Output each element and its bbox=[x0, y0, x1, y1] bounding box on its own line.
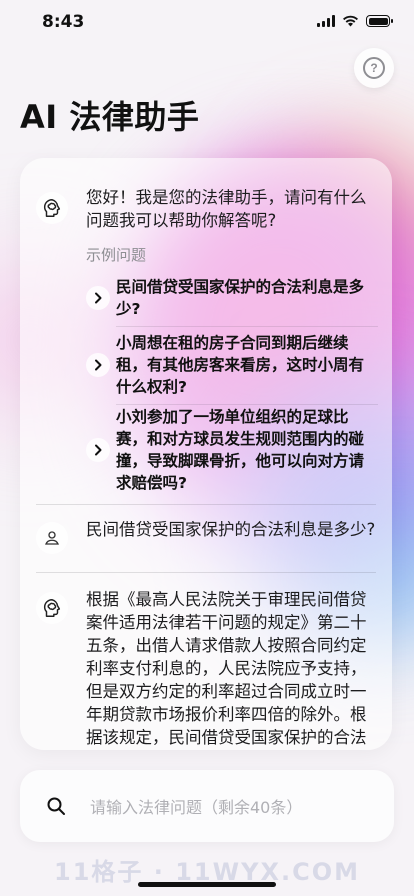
example-question-text: 小周想在租的房子合同到期后继续租，有其他房客来看房，这时小周有什么权利? bbox=[116, 334, 365, 396]
question-input-bar[interactable] bbox=[20, 770, 394, 842]
user-avatar bbox=[36, 522, 68, 554]
chevron-right-icon bbox=[86, 286, 110, 310]
example-question-1[interactable]: 民间借贷受国家保护的合法利息是多少? bbox=[86, 276, 378, 320]
brain-head-icon bbox=[43, 599, 61, 617]
assistant-greeting: 您好！我是您的法律助手，请问有什么问题我可以帮助你解答呢? bbox=[86, 188, 367, 230]
user-message: 民间借贷受国家保护的合法利息是多少? bbox=[86, 520, 376, 539]
home-indicator[interactable] bbox=[138, 882, 276, 887]
help-button[interactable]: ? bbox=[354, 48, 394, 88]
battery-icon bbox=[366, 15, 393, 27]
example-question-2[interactable]: 小周想在租的房子合同到期后继续租，有其他房客来看房，这时小周有什么权利? bbox=[86, 332, 378, 398]
search-icon bbox=[47, 797, 65, 815]
wifi-icon bbox=[343, 15, 358, 27]
message-divider bbox=[36, 572, 376, 573]
brain-head-icon bbox=[43, 199, 61, 217]
chat-card[interactable]: 您好！我是您的法律助手，请问有什么问题我可以帮助你解答呢? 示例问题 民间借贷受… bbox=[20, 158, 392, 750]
message-divider bbox=[36, 504, 376, 505]
question-mark-icon: ? bbox=[363, 57, 385, 79]
page-title: AI 法律助手 bbox=[20, 98, 200, 136]
chevron-right-icon bbox=[86, 438, 110, 462]
example-question-text: 民间借贷受国家保护的合法利息是多少? bbox=[116, 278, 365, 318]
status-icons bbox=[317, 15, 393, 27]
assistant-reply: 根据《最高人民法院关于审理民间借贷案件适用法律若干问题的规定》第二十五条，出借人… bbox=[86, 590, 367, 747]
assistant-avatar bbox=[36, 592, 68, 624]
person-icon bbox=[45, 531, 59, 545]
example-question-text: 小刘参加了一场单位组织的足球比赛，和对方球员发生规则范围内的碰撞，导致脚踝骨折，… bbox=[116, 408, 365, 492]
status-bar: 8:43 bbox=[0, 0, 414, 48]
assistant-avatar bbox=[36, 192, 68, 224]
example-question-3[interactable]: 小刘参加了一场单位组织的足球比赛，和对方球员发生规则范围内的碰撞，导致脚踝骨折，… bbox=[86, 406, 378, 494]
divider bbox=[116, 404, 378, 405]
cellular-signal-icon bbox=[317, 15, 335, 27]
status-time: 8:43 bbox=[42, 12, 85, 32]
divider bbox=[116, 326, 378, 327]
question-input[interactable] bbox=[88, 792, 382, 822]
examples-label: 示例问题 bbox=[86, 246, 147, 264]
chevron-right-icon bbox=[86, 353, 110, 377]
